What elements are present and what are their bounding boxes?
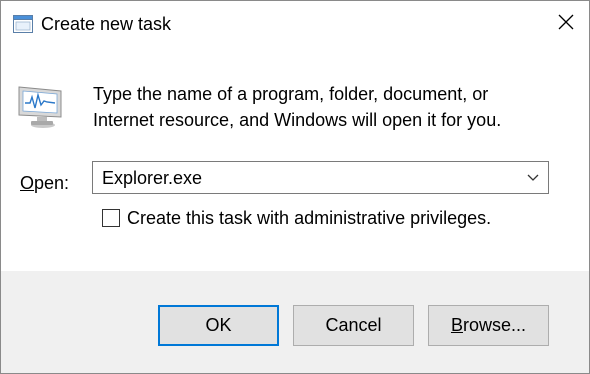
- browse-button[interactable]: Browse...: [428, 305, 549, 346]
- description: Type the name of a program, folder, docu…: [93, 81, 563, 133]
- description-line-2: Internet resource, and Windows will open…: [93, 110, 502, 130]
- ok-button[interactable]: OK: [158, 305, 279, 346]
- chevron-down-icon: [527, 169, 539, 187]
- open-label-access-key: O: [20, 173, 35, 193]
- open-label: Open:: [20, 172, 69, 194]
- open-input[interactable]: Explorer.exe: [102, 167, 202, 189]
- browse-button-label: Browse...: [450, 315, 527, 335]
- admin-privileges-option[interactable]: Create this task with administrative pri…: [102, 206, 491, 230]
- title-bar[interactable]: Create new task: [1, 1, 589, 47]
- description-line-1: Type the name of a program, folder, docu…: [93, 84, 489, 104]
- open-combobox[interactable]: Explorer.exe: [92, 161, 549, 194]
- browse-access-key: B: [450, 315, 463, 335]
- create-new-task-dialog: Create new task Type the name of a progr…: [0, 0, 590, 374]
- cancel-button[interactable]: Cancel: [293, 305, 414, 346]
- dropdown-button[interactable]: [518, 162, 548, 193]
- admin-privileges-label[interactable]: Create this task with administrative pri…: [127, 207, 491, 229]
- admin-privileges-checkbox[interactable]: [102, 209, 120, 227]
- close-button[interactable]: [543, 1, 589, 47]
- run-program-icon: [17, 83, 67, 129]
- window-title: Create new task: [41, 14, 172, 34]
- button-bar: OK Cancel Browse...: [1, 271, 589, 373]
- run-dialog-icon: [13, 15, 33, 33]
- close-icon: [558, 14, 574, 35]
- open-label-rest: pen:: [34, 173, 70, 193]
